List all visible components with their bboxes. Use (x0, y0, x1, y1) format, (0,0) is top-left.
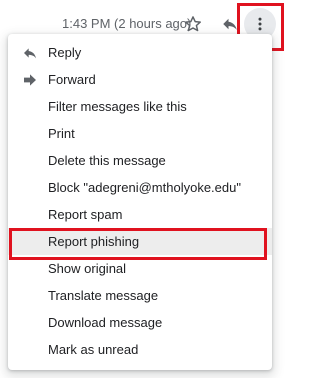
menu-item-label: Show original (48, 261, 127, 276)
menu-item-label: Delete this message (48, 153, 166, 168)
message-options-menu: Reply Forward Filter messages like this … (8, 34, 272, 370)
menu-item-label: Mark as unread (48, 342, 139, 357)
message-timestamp: 1:43 PM (2 hours ago) (62, 16, 192, 31)
menu-item-block-sender[interactable]: Block "adegreni@mtholyoke.edu" (8, 174, 272, 201)
reply-icon (22, 45, 38, 61)
menu-item-label: Translate message (48, 288, 159, 303)
menu-item-label: Download message (48, 315, 163, 330)
star-icon (185, 16, 201, 32)
menu-item-translate[interactable]: Translate message (8, 282, 272, 309)
menu-item-print[interactable]: Print (8, 120, 272, 147)
star-button[interactable] (181, 12, 205, 36)
menu-item-label: Reply (48, 45, 82, 60)
menu-item-filter-messages[interactable]: Filter messages like this (8, 93, 272, 120)
menu-item-forward[interactable]: Forward (8, 66, 272, 93)
forward-icon (22, 72, 38, 88)
menu-item-label: Block "adegreni@mtholyoke.edu" (48, 180, 241, 195)
email-header-area: 1:43 PM (2 hours ago) Reply Forward Filt… (0, 0, 288, 378)
menu-item-label: Print (48, 126, 75, 141)
report-phishing-highlight-box (9, 228, 267, 260)
menu-item-label: Filter messages like this (48, 99, 187, 114)
menu-item-reply[interactable]: Reply (8, 39, 272, 66)
menu-item-delete[interactable]: Delete this message (8, 147, 272, 174)
menu-item-report-spam[interactable]: Report spam (8, 201, 272, 228)
menu-item-label: Forward (48, 72, 96, 87)
menu-item-download[interactable]: Download message (8, 309, 272, 336)
menu-item-mark-unread[interactable]: Mark as unread (8, 336, 272, 363)
menu-item-label: Report spam (48, 207, 123, 222)
